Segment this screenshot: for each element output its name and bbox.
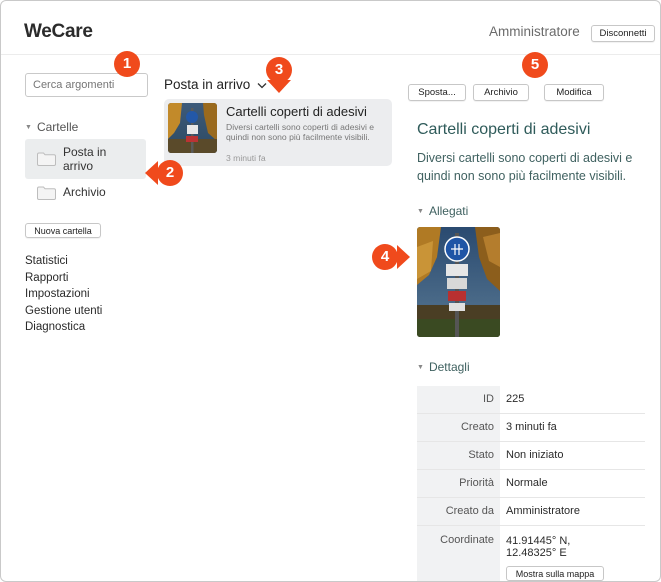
new-folder-button[interactable]: Nuova cartella [25, 223, 101, 238]
sidebar-link-user-management[interactable]: Gestione utenti [25, 303, 102, 320]
details-heading-label: Dettagli [428, 360, 470, 374]
expand-triangle-icon: ▼ [25, 124, 32, 131]
folder-icon [37, 186, 56, 200]
details-value-id: 225 [506, 393, 525, 405]
inbox-item-description: Diversi cartelli sono coperti di adesivi… [226, 122, 375, 142]
callout-marker-2: 2 [145, 159, 184, 187]
expand-triangle-icon: ▼ [417, 208, 424, 215]
current-user-name: Amministratore [489, 24, 580, 39]
details-value-created-by: Amministratore [506, 505, 580, 517]
coordinates-longitude: 12.48325° E [506, 547, 567, 559]
app-window: WeCare Amministratore Disconnetti ▼ Carte… [0, 0, 661, 582]
details-row: Priorità Normale [417, 470, 645, 498]
logout-button[interactable]: Disconnetti [591, 25, 655, 42]
app-header: WeCare Amministratore Disconnetti [1, 1, 660, 55]
folder-label-archive: Archivio [63, 185, 106, 199]
coordinates-latitude: 41.91445° N, [506, 535, 571, 547]
inbox-list-item[interactable]: Cartelli coperti di adesivi Diversi cart… [164, 99, 392, 166]
details-value-status: Non iniziato [506, 449, 564, 461]
callout-number: 1 [122, 55, 132, 72]
inbox-item-time: 3 minuti fa [226, 153, 266, 163]
sidebar-link-reports[interactable]: Rapporti [25, 270, 102, 287]
show-on-map-button[interactable]: Mostra sulla mappa [506, 566, 604, 581]
detail-title: Cartelli coperti di adesivi [417, 121, 591, 138]
archive-button[interactable]: Archivio [473, 84, 529, 101]
details-row: ID 225 [417, 386, 645, 414]
callout-number: 5 [530, 56, 540, 73]
details-row: Coordinate 41.91445° N, 12.48325° E Most… [417, 526, 645, 581]
details-row: Creato da Amministratore [417, 498, 645, 526]
inbox-item-title: Cartelli coperti di adesivi [226, 104, 367, 119]
callout-marker-4: 4 [371, 243, 410, 271]
folders-heading-label: Cartelle [36, 120, 79, 134]
details-key-id: ID [417, 386, 500, 413]
item-thumbnail-image [168, 103, 217, 153]
details-key-created: Creato [417, 414, 500, 441]
details-row: Creato 3 minuti fa [417, 414, 645, 442]
app-logo: WeCare [24, 21, 93, 42]
details-key-status: Stato [417, 442, 500, 469]
sidebar-links: Statistici Rapporti Impostazioni Gestion… [25, 253, 102, 336]
details-value-coordinates: 41.91445° N, 12.48325° E Mostra sulla ma… [500, 526, 645, 581]
details-key-coordinates: Coordinate [417, 526, 500, 581]
callout-marker-5: 5 [521, 51, 549, 79]
folders-heading[interactable]: ▼ Cartelle [25, 120, 78, 134]
attachments-heading[interactable]: ▼ Allegati [417, 204, 468, 218]
callout-marker-3: 3 [265, 56, 293, 93]
callout-number: 4 [380, 248, 390, 265]
folder-label-inbox: Posta in arrivo [63, 145, 107, 173]
inbox-title: Posta in arrivo [164, 77, 251, 92]
details-table: ID 225 Creato 3 minuti fa Stato Non iniz… [417, 386, 645, 581]
details-value-created: 3 minuti fa [506, 421, 557, 433]
inbox-folder-dropdown[interactable]: Posta in arrivo [164, 77, 267, 92]
attachment-image[interactable] [417, 227, 500, 337]
attachments-heading-label: Allegati [428, 204, 469, 218]
move-button[interactable]: Sposta... [408, 84, 466, 101]
folder-icon [37, 152, 56, 166]
details-value-priority: Normale [506, 477, 548, 489]
sidebar-link-settings[interactable]: Impostazioni [25, 286, 102, 303]
details-heading[interactable]: ▼ Dettagli [417, 360, 470, 374]
sidebar-link-statistics[interactable]: Statistici [25, 253, 102, 270]
callout-number: 2 [165, 164, 175, 181]
details-row: Stato Non iniziato [417, 442, 645, 470]
expand-triangle-icon: ▼ [417, 364, 424, 371]
callout-marker-1: 1 [113, 50, 141, 78]
sidebar-link-diagnostics[interactable]: Diagnostica [25, 319, 102, 336]
details-key-created-by: Creato da [417, 498, 500, 525]
edit-button[interactable]: Modifica [544, 84, 604, 101]
details-key-priority: Priorità [417, 470, 500, 497]
detail-description: Diversi cartelli sono coperti di adesivi… [417, 151, 633, 183]
callout-number: 3 [274, 61, 284, 78]
folder-item-archive[interactable]: Archivio [25, 173, 146, 213]
